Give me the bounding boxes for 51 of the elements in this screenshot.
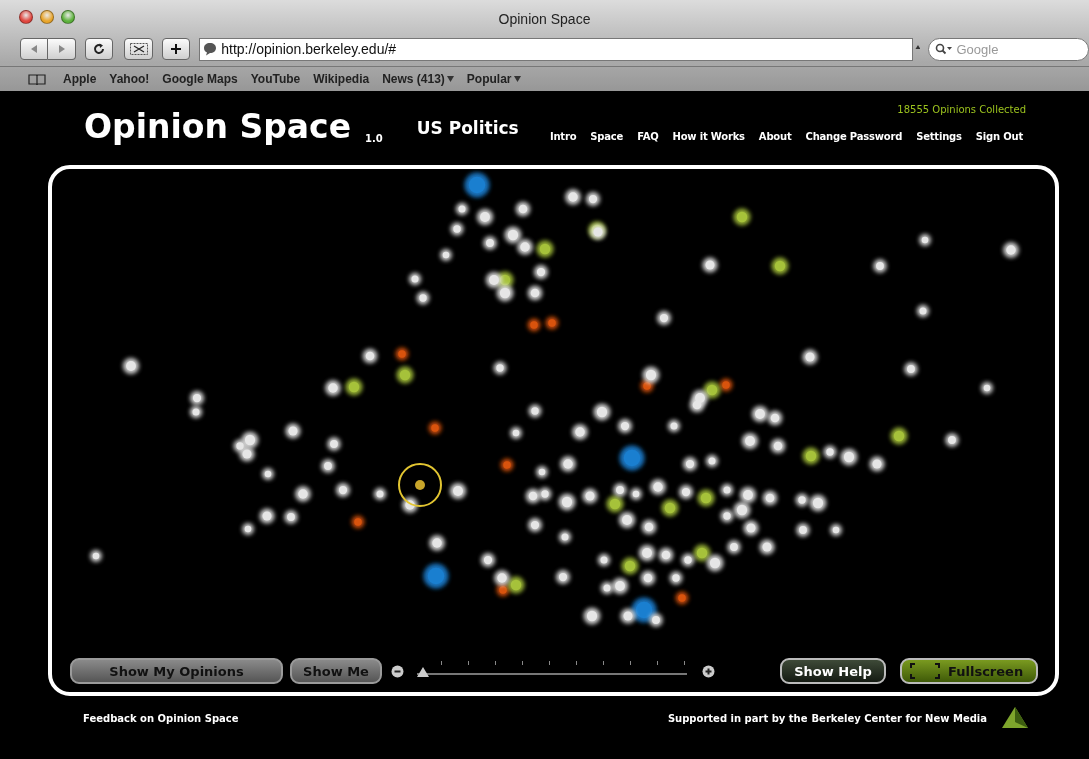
sponsor-link[interactable]: Berkeley Center for New Media (811, 712, 987, 724)
logo: Opinion Space (84, 106, 352, 148)
address-field[interactable]: http://opinion.berkeley.edu/# (199, 37, 913, 61)
zoom-in-icon (702, 664, 715, 678)
forward-button[interactable] (48, 38, 76, 60)
my-opinion-marker[interactable] (398, 463, 442, 507)
bookmark-item[interactable]: YouTube (250, 72, 301, 86)
show-help-button[interactable]: Show Help (780, 658, 886, 684)
zoom-out-icon (391, 664, 404, 678)
bookmark-item[interactable]: News (413) (382, 72, 454, 86)
forward-icon (56, 44, 67, 54)
add-bookmark-button[interactable] (162, 38, 191, 60)
bookmark-item[interactable]: Popular (466, 72, 521, 86)
feedback-link[interactable]: Feedback on Opinion Space (83, 712, 239, 724)
support-text: Supported in part by the (667, 712, 808, 724)
expand-icon (910, 663, 940, 679)
bookmark-item[interactable]: Wikipedia (313, 72, 370, 86)
back-icon (29, 44, 39, 54)
nav-link[interactable]: Sign Out (975, 131, 1023, 142)
zoom-button[interactable] (61, 10, 75, 24)
nav-link[interactable]: Space (590, 131, 624, 142)
pyramid-logo (1001, 706, 1029, 730)
dropdown-arrow-icon (513, 76, 521, 82)
nav-link[interactable]: Intro (549, 131, 577, 142)
nav-link[interactable]: How it Works (672, 131, 745, 142)
topic-title: US Politics (416, 118, 519, 138)
close-button[interactable] (19, 10, 33, 24)
back-button[interactable] (20, 38, 48, 60)
version-label: 1.0 (365, 133, 383, 144)
speech-bubble-icon (203, 42, 218, 56)
nav-link[interactable]: About (758, 131, 792, 142)
bookmark-item[interactable]: Google Maps (162, 72, 238, 86)
show-me-button[interactable]: Show Me (290, 658, 382, 684)
nav-link[interactable]: Change Password (805, 131, 903, 142)
bookmark-item[interactable]: Yahoo! (109, 72, 150, 86)
search-icon (935, 43, 954, 55)
dropdown-arrow-icon (446, 76, 454, 82)
window-title: Opinion Space (498, 11, 591, 27)
book-icon (28, 73, 46, 85)
fullscreen-button[interactable]: Fullscreen (900, 658, 1038, 684)
bookmark-item[interactable]: Apple (63, 72, 97, 86)
nav-link[interactable]: Settings (916, 131, 962, 142)
slider-thumb[interactable] (417, 667, 429, 677)
opinion-count: 18555 Opinions Collected (897, 104, 1026, 115)
snip-button[interactable] (123, 38, 154, 60)
show-my-opinions-button[interactable]: Show My Opinions (70, 658, 283, 684)
reload-icon (92, 43, 105, 55)
reload-button[interactable] (85, 38, 113, 60)
minimize-button[interactable] (40, 10, 54, 24)
nav-link[interactable]: FAQ (637, 131, 659, 142)
plus-icon (170, 43, 183, 55)
